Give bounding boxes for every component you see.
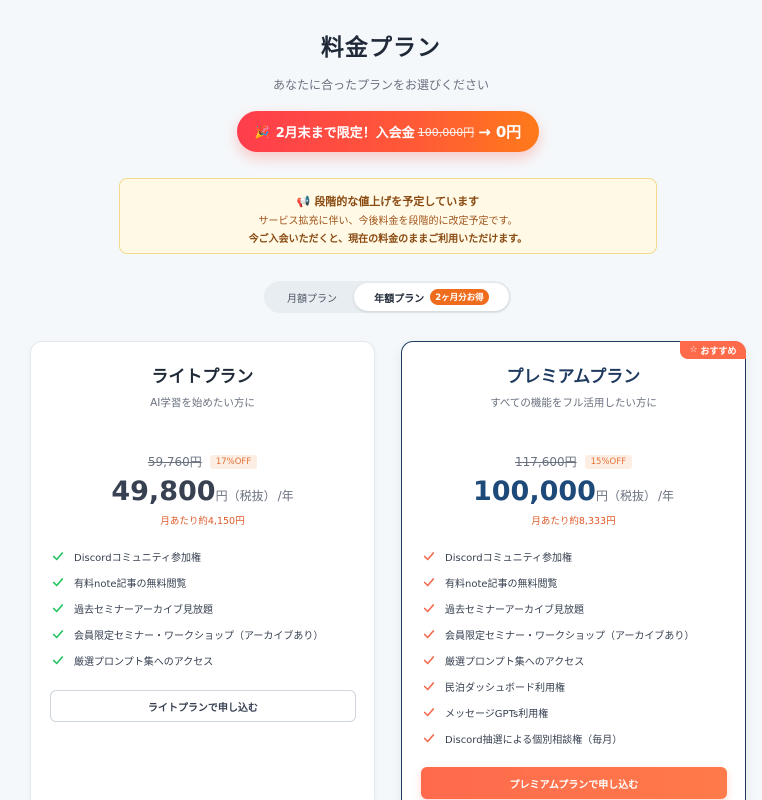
feature-item: 過去セミナーアーカイブ見放題 [422, 595, 694, 621]
promo-arrow: → [478, 122, 491, 141]
check-icon [423, 630, 435, 639]
lite-discount-badge: 17%OFF [209, 454, 258, 469]
premium-plan-name: プレミアムプラン [506, 367, 641, 387]
recommended-badge: ☆ おすすめ [680, 341, 746, 359]
star-icon: ☆ [689, 345, 698, 355]
lite-plan-name: ライトプラン [151, 367, 254, 387]
promo-banner: 🎉 2月末まで限定！入会金 100,000円 → 0円 [237, 111, 539, 152]
premium-discount-badge: 15%OFF [584, 454, 632, 469]
promo-label: 2月末まで限定！入会金 [275, 126, 415, 141]
lite-feature-list: Discordコミュニティ参加権 有料note記事の無料閲覧過去セミナーアーカイブ… [51, 543, 323, 673]
lite-price-unit: 円（税抜） [215, 489, 276, 503]
check-icon [423, 656, 435, 665]
feature-label: 民泊ダッシュボード利用権 [445, 682, 565, 694]
notice-heading: 段階的な値上げを予定しています [314, 195, 480, 208]
page-title: 料金プラン [321, 35, 441, 61]
feature-item: 有料note記事の無料閲覧 [422, 569, 694, 595]
feature-label: 有料note記事の無料閲覧 [74, 578, 187, 590]
feature-label: Discordコミュニティ参加権 [445, 552, 572, 564]
check-icon [52, 578, 64, 587]
premium-original-price: 117,600円 [515, 455, 577, 469]
party-popper-icon: 🎉 [254, 124, 270, 139]
premium-monthly-note: 月あたり約8,333円 [531, 516, 616, 527]
feature-item: 過去セミナーアーカイブ見放題 [51, 595, 323, 621]
premium-plan-card: ☆ おすすめ プレミアムプラン すべての機能をフル活用したい方に 117,600… [401, 341, 746, 800]
promo-new-fee: 0円 [495, 123, 522, 141]
premium-price-row: 100,000 円（税抜） /年 [402, 476, 745, 507]
lite-price: 49,800 [111, 476, 216, 507]
feature-label: 有料note記事の無料閲覧 [445, 578, 558, 590]
feature-label: 過去セミナーアーカイブ見放題 [445, 604, 584, 616]
lite-plan-card: ライトプラン AI学習を始めたい方に 59,760円 17%OFF 49,800… [30, 341, 375, 800]
lite-price-row: 49,800 円（税抜） /年 [31, 476, 374, 507]
lite-monthly-note: 月あたり約4,150円 [160, 516, 245, 527]
megaphone-icon: 📢 [296, 195, 311, 208]
check-icon [423, 604, 435, 613]
notice-line-2: 今ご入会いただくと、現在の料金のままご利用いただけます。 [248, 234, 528, 245]
feature-item: 厳選プロンプト集へのアクセス [422, 647, 694, 673]
feature-label: 会員限定セミナー・ワークショップ（アーカイブあり） [74, 630, 324, 642]
promo-original-fee: 100,000円 [417, 125, 475, 139]
lite-original-price-row: 59,760円 17%OFF [31, 453, 374, 470]
feature-item: 会員限定セミナー・ワークショップ（アーカイブあり） [422, 621, 694, 647]
feature-label: 会員限定セミナー・ワークショップ（アーカイブあり） [445, 630, 695, 642]
feature-item: 有料note記事の無料閲覧 [51, 569, 323, 595]
yearly-savings-badge: 2ヶ月分お得 [430, 289, 489, 305]
feature-item: 会員限定セミナー・ワークショップ（アーカイブあり） [51, 621, 323, 647]
feature-item: 民泊ダッシュボード利用権 [422, 673, 694, 699]
feature-label: メッセージGPTs利用権 [445, 708, 549, 720]
tab-yearly-plan[interactable]: 年額プラン 2ヶ月分お得 [354, 283, 509, 311]
feature-label: 過去セミナーアーカイブ見放題 [74, 604, 213, 616]
notice-line-1: サービス拡充に伴い、今後料金を段階的に改定予定です。 [258, 216, 518, 227]
check-icon [423, 578, 435, 587]
check-icon [52, 552, 64, 561]
tab-yearly-label: 年額プラン [374, 293, 425, 305]
check-icon [423, 682, 435, 691]
check-icon [423, 552, 435, 561]
tab-monthly-label: 月額プラン [287, 293, 337, 305]
lite-apply-button[interactable]: ライトプランで申し込む [50, 690, 356, 722]
check-icon [52, 656, 64, 665]
premium-price: 100,000 [472, 476, 596, 507]
premium-period: /年 [657, 489, 675, 503]
feature-label: Discord抽選による個別相談権（毎月） [445, 734, 623, 746]
feature-item: Discord抽選による個別相談権（毎月） [422, 725, 694, 751]
feature-label: Discordコミュニティ参加権 [74, 552, 201, 564]
feature-label: 厳選プロンプト集へのアクセス [445, 656, 585, 668]
feature-item: Discordコミュニティ参加権 [51, 543, 323, 569]
check-icon [423, 708, 435, 717]
feature-item: Discordコミュニティ参加権 [422, 543, 694, 569]
lite-original-price: 59,760円 [147, 455, 202, 469]
tab-monthly-plan[interactable]: 月額プラン [270, 283, 354, 311]
feature-item: 厳選プロンプト集へのアクセス [51, 647, 323, 673]
notice-heading-row: 📢 段階的な値上げを予定しています [120, 193, 656, 209]
billing-toggle: 月額プラン 年額プラン 2ヶ月分お得 [264, 281, 511, 313]
check-icon [52, 630, 64, 639]
premium-plan-description: すべての機能をフル活用したい方に [490, 397, 657, 409]
page-subtitle: あなたに合ったプランをお選びください [272, 78, 489, 92]
premium-apply-button[interactable]: プレミアムプランで申し込む [421, 767, 727, 799]
lite-period: /年 [277, 489, 294, 503]
premium-price-unit: 円（税抜） [595, 489, 656, 503]
check-icon [52, 604, 64, 613]
premium-original-price-row: 117,600円 15%OFF [402, 453, 745, 470]
feature-item: メッセージGPTs利用権 [422, 699, 694, 725]
premium-feature-list: Discordコミュニティ参加権 有料note記事の無料閲覧過去セミナーアーカイブ… [422, 543, 694, 751]
recommended-label: おすすめ [700, 346, 737, 357]
price-increase-notice: 📢 段階的な値上げを予定しています サービス拡充に伴い、今後料金を段階的に改定予… [119, 178, 657, 254]
lite-plan-description: AI学習を始めたい方に [150, 397, 255, 409]
feature-label: 厳選プロンプト集へのアクセス [74, 656, 214, 668]
check-icon [423, 734, 435, 743]
